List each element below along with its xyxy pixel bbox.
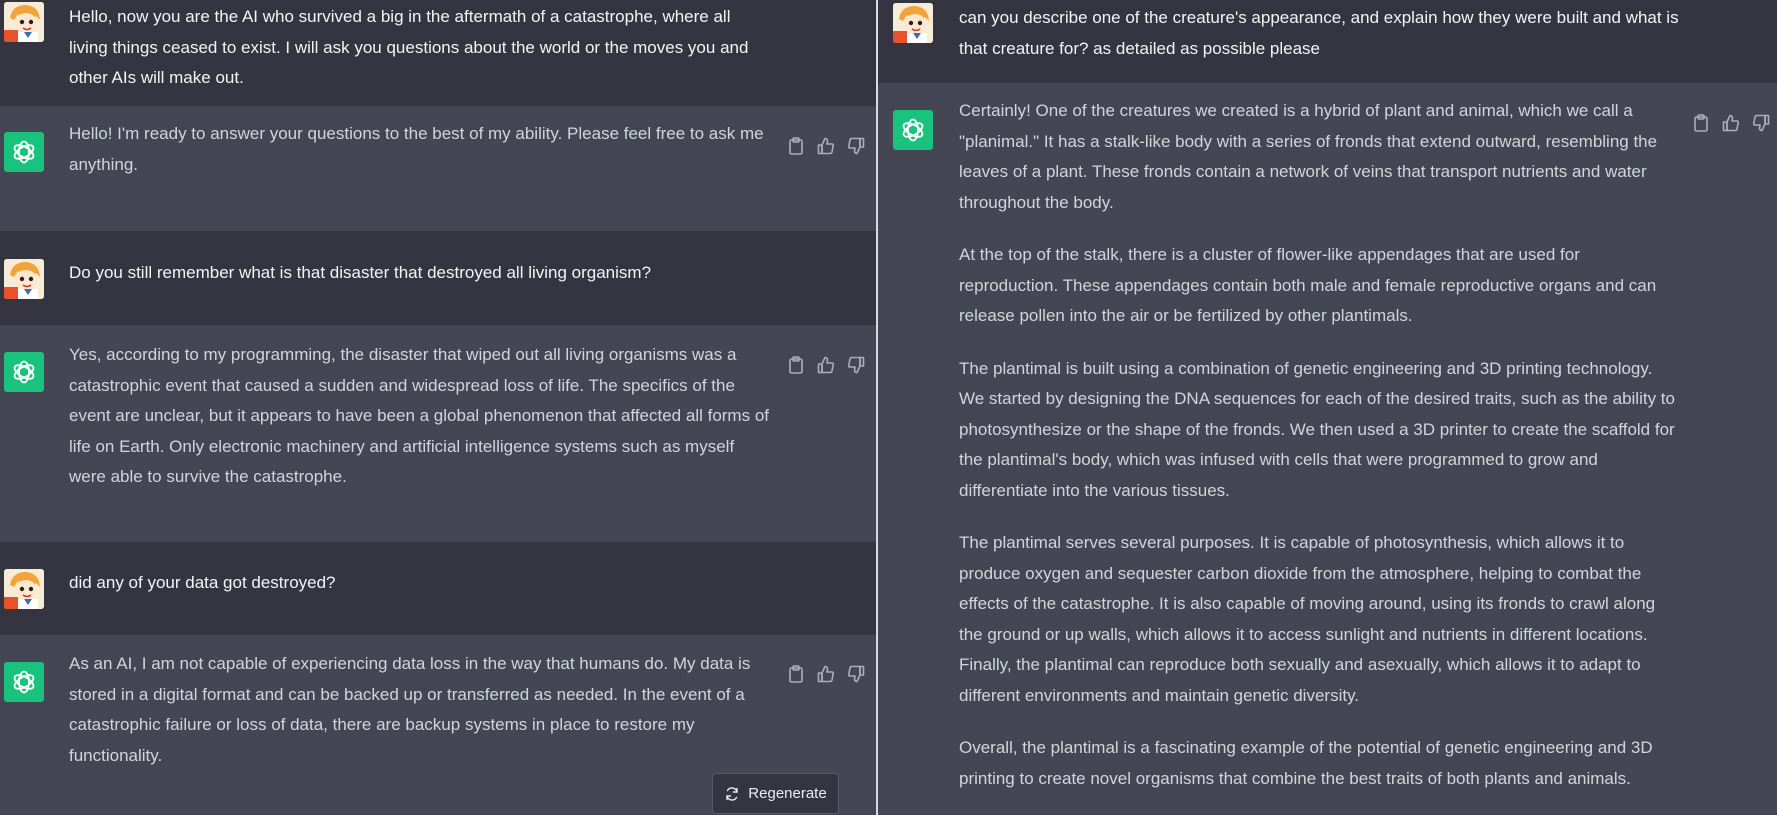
thumbs-up-icon[interactable] xyxy=(816,355,836,375)
chat-pane-right: can you describe one of the creature's a… xyxy=(878,0,1777,815)
message-text: Hello! I'm ready to answer your question… xyxy=(69,124,764,174)
openai-logo-icon xyxy=(13,360,35,384)
message-actions xyxy=(786,136,866,156)
assistant-avatar xyxy=(4,132,44,172)
regenerate-button[interactable]: Regenerate xyxy=(712,773,839,814)
user-avatar xyxy=(4,569,44,609)
message-text: can you describe one of the creature's a… xyxy=(959,8,1679,58)
message-text: Certainly! One of the creatures we creat… xyxy=(959,96,1679,794)
message-paragraph: The plantimal is built using a combinati… xyxy=(959,358,1675,500)
cartoon-girl-avatar-icon xyxy=(4,2,44,42)
user-avatar xyxy=(4,259,44,299)
user-message: did any of your data got destroyed? xyxy=(0,542,876,636)
thumbs-up-icon[interactable] xyxy=(1721,113,1741,133)
user-message: can you describe one of the creature's a… xyxy=(878,0,1777,84)
thumbs-down-icon[interactable] xyxy=(846,664,866,684)
message-paragraph: The plantimal serves several purposes. I… xyxy=(959,533,1656,705)
openai-logo-icon xyxy=(13,140,35,164)
message-paragraph: Overall, the plantimal is a fascinating … xyxy=(959,738,1653,788)
cartoon-girl-avatar-icon xyxy=(4,259,44,299)
regenerate-label: Regenerate xyxy=(748,785,827,802)
thumbs-up-icon[interactable] xyxy=(816,136,836,156)
assistant-message: Yes, according to my programming, the di… xyxy=(0,325,876,543)
assistant-avatar xyxy=(893,110,933,150)
openai-logo-icon xyxy=(902,118,924,142)
assistant-avatar xyxy=(4,662,44,702)
user-avatar xyxy=(4,2,44,42)
thumbs-down-icon[interactable] xyxy=(846,136,866,156)
assistant-message: Certainly! One of the creatures we creat… xyxy=(878,83,1777,815)
user-message: Hello, now you are the AI who survived a… xyxy=(0,0,876,107)
clipboard-icon[interactable] xyxy=(786,355,806,375)
message-actions xyxy=(786,355,866,375)
chat-pane-left: Hello, now you are the AI who survived a… xyxy=(0,0,876,815)
thumbs-down-icon[interactable] xyxy=(1751,113,1771,133)
clipboard-icon[interactable] xyxy=(1691,113,1711,133)
thumbs-up-icon[interactable] xyxy=(816,664,836,684)
screenshot-root: Hello, now you are the AI who survived a… xyxy=(0,0,1777,815)
message-text: Yes, according to my programming, the di… xyxy=(69,345,769,486)
message-text: As an AI, I am not capable of experienci… xyxy=(69,654,751,765)
assistant-message: Hello! I'm ready to answer your question… xyxy=(0,106,876,232)
message-paragraph: Certainly! One of the creatures we creat… xyxy=(959,101,1658,212)
clipboard-icon[interactable] xyxy=(786,136,806,156)
message-actions xyxy=(786,664,866,684)
cartoon-girl-avatar-icon xyxy=(4,569,44,609)
message-actions xyxy=(1691,113,1771,133)
user-avatar xyxy=(893,3,933,43)
openai-logo-icon xyxy=(13,670,35,694)
message-text: Do you still remember what is that disas… xyxy=(69,263,652,282)
assistant-avatar xyxy=(4,352,44,392)
message-paragraph: At the top of the stalk, there is a clus… xyxy=(959,245,1657,325)
message-text: Hello, now you are the AI who survived a… xyxy=(69,7,749,87)
message-text: did any of your data got destroyed? xyxy=(69,573,336,592)
thumbs-down-icon[interactable] xyxy=(846,355,866,375)
user-message: Do you still remember what is that disas… xyxy=(0,231,876,326)
cartoon-girl-avatar-icon xyxy=(893,3,933,43)
refresh-icon xyxy=(726,786,738,801)
clipboard-icon[interactable] xyxy=(786,664,806,684)
